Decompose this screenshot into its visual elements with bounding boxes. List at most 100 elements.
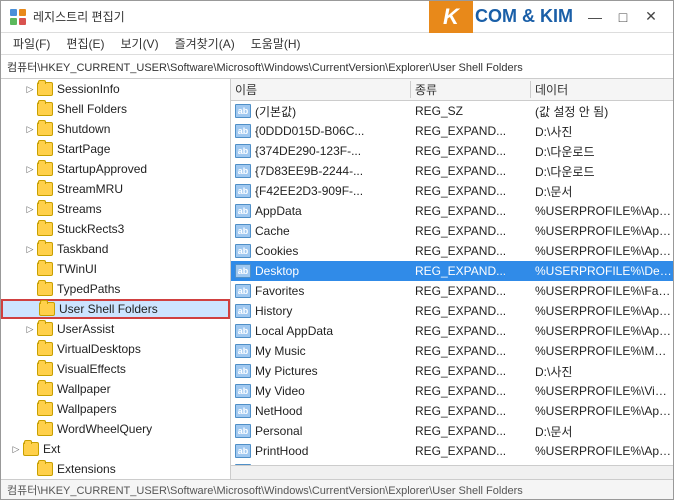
cell-name: abMy Music (231, 344, 411, 358)
tree-arrow-icon: ▷ (23, 202, 37, 216)
minimize-button[interactable]: — (581, 7, 609, 27)
tree-item[interactable]: TWinUI (1, 259, 230, 279)
cell-type: REG_EXPAND... (411, 444, 531, 458)
tree-item-label: Wallpaper (57, 382, 111, 396)
table-row[interactable]: abCacheREG_EXPAND...%USERPROFILE%\AppDat… (231, 221, 673, 241)
tree-item[interactable]: StuckRects3 (1, 219, 230, 239)
tree-item-label: TWinUI (57, 262, 97, 276)
horizontal-scrollbar[interactable] (231, 465, 673, 479)
reg-value-icon: ab (235, 444, 251, 458)
cell-type: REG_EXPAND... (411, 164, 531, 178)
cell-type: REG_EXPAND... (411, 284, 531, 298)
cell-name-text: PrintHood (255, 444, 308, 458)
table-row[interactable]: abCookiesREG_EXPAND...%USERPROFILE%\AppD… (231, 241, 673, 261)
cell-name: ab(기본값) (231, 103, 411, 120)
reg-value-icon: ab (235, 264, 251, 278)
tree-item-label: Extensions (57, 462, 116, 476)
cell-name: abCookies (231, 244, 411, 258)
tree-item[interactable]: Wallpaper (1, 379, 230, 399)
tree-item[interactable]: StreamMRU (1, 179, 230, 199)
tree-arrow-icon (23, 102, 37, 116)
table-row[interactable]: abDesktopREG_EXPAND...%USERPROFILE%\Desk… (231, 261, 673, 281)
reg-value-icon: ab (235, 244, 251, 258)
tree-item[interactable]: ▷Taskband (1, 239, 230, 259)
table-row[interactable]: ab(기본값)REG_SZ(값 설정 안 됨) (231, 101, 673, 121)
col-header-type: 종류 (411, 81, 531, 98)
tree-item[interactable]: WordWheelQuery (1, 419, 230, 439)
folder-icon (37, 142, 53, 156)
maximize-button[interactable]: □ (609, 7, 637, 27)
tree-item[interactable]: ▷Ext (1, 439, 230, 459)
menu-help[interactable]: 도움말(H) (243, 33, 309, 54)
cell-name-text: History (255, 304, 292, 318)
cell-data: D:\사진 (531, 123, 673, 140)
tree-item-label: StartPage (57, 142, 110, 156)
cell-data: %USERPROFILE%\Videos (531, 384, 673, 398)
reg-value-icon: ab (235, 424, 251, 438)
table-row[interactable]: abPrintHoodREG_EXPAND...%USERPROFILE%\Ap… (231, 441, 673, 461)
reg-value-icon: ab (235, 344, 251, 358)
cell-name-text: {F42EE2D3-909F-... (255, 184, 363, 198)
tree-item[interactable]: TypedPaths (1, 279, 230, 299)
cell-data: %USERPROFILE%\AppData\Loc (531, 324, 673, 338)
cell-name-text: Desktop (255, 264, 299, 278)
list-body[interactable]: ab(기본값)REG_SZ(값 설정 안 됨)ab{0DDD015D-B06C.… (231, 101, 673, 465)
table-row[interactable]: abNetHoodREG_EXPAND...%USERPROFILE%\AppD… (231, 401, 673, 421)
com-kim-label: COM & KIM (475, 6, 573, 27)
reg-value-icon: ab (235, 364, 251, 378)
menu-view[interactable]: 보기(V) (112, 33, 166, 54)
tree-item[interactable]: StartPage (1, 139, 230, 159)
table-row[interactable]: abLocal AppDataREG_EXPAND...%USERPROFILE… (231, 321, 673, 341)
reg-value-icon: ab (235, 184, 251, 198)
tree-item[interactable]: ▷UserAssist (1, 319, 230, 339)
table-row[interactable]: abMy VideoREG_EXPAND...%USERPROFILE%\Vid… (231, 381, 673, 401)
table-row[interactable]: abPersonalREG_EXPAND...D:\문서 (231, 421, 673, 441)
tree-item[interactable]: ▷Streams (1, 199, 230, 219)
tree-item[interactable]: Wallpapers (1, 399, 230, 419)
folder-icon (37, 342, 53, 356)
tree-item[interactable]: ▷StartupApproved (1, 159, 230, 179)
folder-icon (37, 242, 53, 256)
table-row[interactable]: ab{7D83EE9B-2244-...REG_EXPAND...D:\다운로드 (231, 161, 673, 181)
table-row[interactable]: abMy PicturesREG_EXPAND...D:\사진 (231, 361, 673, 381)
logo-k: K (429, 1, 473, 33)
tree-item[interactable]: ▷SessionInfo (1, 79, 230, 99)
tree-item-label: StartupApproved (57, 162, 147, 176)
cell-name: abPersonal (231, 424, 411, 438)
menu-edit[interactable]: 편집(E) (58, 33, 112, 54)
table-row[interactable]: abAppDataREG_EXPAND...%USERPROFILE%\AppD… (231, 201, 673, 221)
tree-item[interactable]: VisualEffects (1, 359, 230, 379)
cell-data: %USERPROFILE%\AppData\Loc (531, 244, 673, 258)
cell-name: abFavorites (231, 284, 411, 298)
cell-type: REG_EXPAND... (411, 364, 531, 378)
reg-value-icon: ab (235, 104, 251, 118)
main-area: ▷SessionInfoShell Folders▷Shutdown StartP… (1, 79, 673, 479)
table-row[interactable]: abHistoryREG_EXPAND...%USERPROFILE%\AppD… (231, 301, 673, 321)
cell-name-text: {0DDD015D-B06C... (255, 124, 364, 138)
tree-item[interactable]: ▷Shutdown (1, 119, 230, 139)
menu-bar: 파일(F) 편집(E) 보기(V) 즐겨찾기(A) 도움말(H) (1, 33, 673, 55)
menu-file[interactable]: 파일(F) (5, 33, 58, 54)
table-row[interactable]: abMy MusicREG_EXPAND...%USERPROFILE%\Mus… (231, 341, 673, 361)
cell-name: ab Desktop (231, 264, 411, 278)
tree-item[interactable]: Shell Folders (1, 99, 230, 119)
tree-item[interactable]: Extensions (1, 459, 230, 479)
tree-item[interactable]: VirtualDesktops (1, 339, 230, 359)
table-row[interactable]: ab{F42EE2D3-909F-...REG_EXPAND...D:\문서 (231, 181, 673, 201)
cell-type: REG_EXPAND... (411, 224, 531, 238)
menu-favorites[interactable]: 즐겨찾기(A) (167, 33, 243, 54)
table-row[interactable]: abFavoritesREG_EXPAND...%USERPROFILE%\Fa… (231, 281, 673, 301)
window-title: 레지스트리 편집기 (33, 8, 125, 25)
tree-panel[interactable]: ▷SessionInfoShell Folders▷Shutdown StartP… (1, 79, 231, 479)
cell-name: abMy Pictures (231, 364, 411, 378)
table-row[interactable]: ab{0DDD015D-B06C...REG_EXPAND...D:\사진 (231, 121, 673, 141)
cell-data: D:\다운로드 (531, 143, 673, 160)
tree-arrow-icon: ▷ (23, 82, 37, 96)
cell-data: D:\문서 (531, 423, 673, 440)
tree-item-label: StreamMRU (57, 182, 123, 196)
address-path[interactable]: 컴퓨터\HKEY_CURRENT_USER\Software\Microsoft… (7, 59, 667, 75)
tree-item[interactable]: User Shell Folders (1, 299, 230, 319)
tree-item-label: UserAssist (57, 322, 114, 336)
close-button[interactable]: ✕ (637, 7, 665, 27)
table-row[interactable]: ab{374DE290-123F-...REG_EXPAND...D:\다운로드 (231, 141, 673, 161)
